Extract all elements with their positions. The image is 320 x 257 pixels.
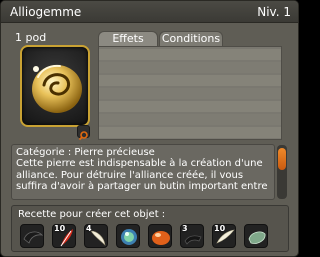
description-line: Cette pierre est indispensable à la créa… [16,158,263,170]
ingredient-slot[interactable]: 3 [180,224,204,248]
ingredient-slot[interactable] [116,224,140,248]
tab-effets[interactable]: Effets [98,31,158,46]
magnifier-icon [78,131,88,141]
description-line: suffira d'avoir à partager un butin impo… [16,181,268,193]
ingredient-qty: 10 [214,224,226,233]
zoom-button[interactable] [77,125,90,141]
effects-row [99,62,281,73]
green-stone-icon [248,231,266,244]
title-bar[interactable]: Alliogemme Niv. 1 [1,1,298,23]
recipe-title: Recette pour créer cet objet : [18,209,166,220]
item-window: Alliogemme Niv. 1 1 pod Effets Condition… [0,0,299,257]
description-scrollbar[interactable] [277,145,287,199]
effects-row [99,75,281,86]
effects-row [99,127,281,138]
ingredient-slot[interactable] [244,224,268,248]
ingredient-slot[interactable] [148,224,172,248]
ingredient-slot[interactable] [20,224,44,248]
item-description: Catégorie : Pierre précieuse Cette pierr… [11,144,275,200]
description-line: alliance. Pour détruire l'alliance créée… [16,169,244,181]
tab-conditions[interactable]: Conditions [159,31,223,46]
ingredient-slot[interactable]: 4 [84,224,108,248]
effects-row [99,114,281,125]
effects-row [99,88,281,99]
black-horn-icon [23,231,43,244]
item-weight: 1 pod [15,31,47,44]
ingredient-slot[interactable]: 10 [212,224,236,248]
ingredient-qty: 10 [54,224,66,233]
description-line: Catégorie : Pierre précieuse [16,147,155,158]
effects-panel [98,46,282,140]
recipe-panel: Recette pour créer cet objet : 10 4 3 10 [11,205,289,252]
item-image-frame [20,45,90,127]
effects-row [99,101,281,112]
golden-gem-icon [32,64,82,113]
ingredient-qty: 3 [182,224,188,233]
scroll-thumb[interactable] [278,148,286,170]
blue-orb-icon [121,229,137,245]
ingredient-qty: 4 [86,224,92,233]
effects-row [99,49,281,60]
orange-gem-icon [152,231,170,245]
ingredient-slot[interactable]: 10 [52,224,76,248]
item-level: Niv. 1 [257,5,291,19]
window-title: Alliogemme [10,5,82,19]
